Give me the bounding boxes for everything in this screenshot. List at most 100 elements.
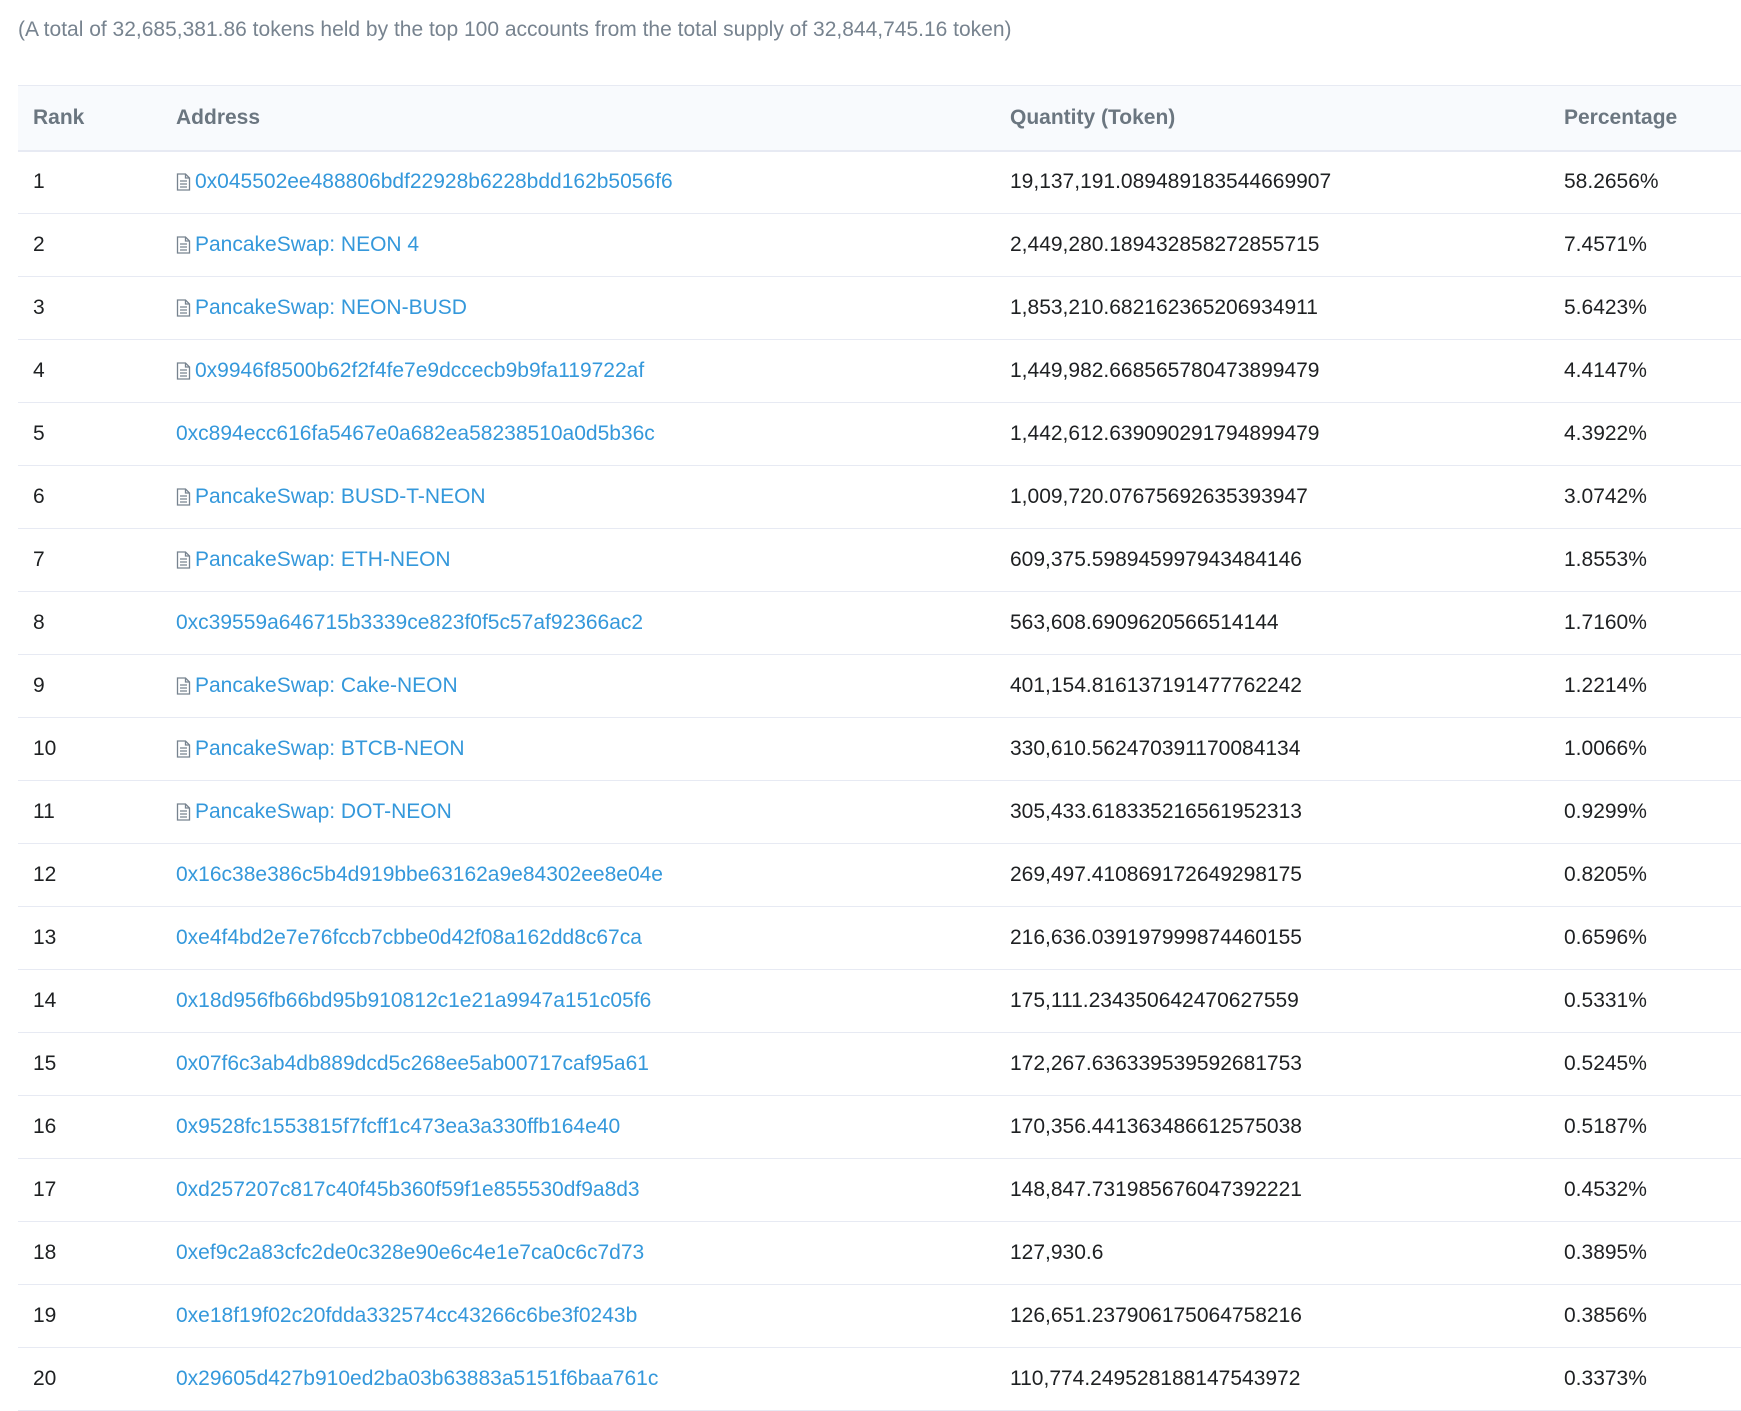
- rank-cell: 1: [33, 170, 45, 194]
- address-link[interactable]: PancakeSwap: BTCB-NEON: [195, 737, 465, 760]
- rank-cell: 6: [33, 485, 45, 508]
- quantity-cell: 148,847.731985676047392221: [1010, 1178, 1302, 1201]
- table-row: 7 PancakeSwap: ETH-NEON 609,375.5989459979…: [18, 529, 1741, 592]
- table-row: 12 0x16c38e386c5b4d919bbe63162a9e84302ee8…: [18, 844, 1741, 907]
- address-link[interactable]: 0xe18f19f02c20fdda332574cc43266c6be3f024…: [176, 1304, 637, 1327]
- percentage-cell: 4.3922%: [1564, 422, 1647, 445]
- address-link[interactable]: 0xc39559a646715b3339ce823f0f5c57af92366a…: [176, 611, 643, 634]
- rank-cell: 16: [33, 1115, 57, 1138]
- percentage-cell: 1.7160%: [1564, 611, 1647, 634]
- holders-table: Rank Address Quantity (Token) Percentage…: [18, 85, 1741, 1411]
- table-header-row: Rank Address Quantity (Token) Percentage: [18, 85, 1741, 151]
- address-link[interactable]: PancakeSwap: NEON-BUSD: [195, 296, 467, 319]
- address-link[interactable]: PancakeSwap: Cake-NEON: [195, 674, 458, 697]
- header-percentage: Percentage: [1564, 105, 1678, 129]
- quantity-cell: 170,356.441363486612575038: [1010, 1115, 1302, 1138]
- percentage-cell: 58.2656%: [1564, 170, 1659, 194]
- address-cell: 0x29605d427b910ed2ba03b63883a5151f6baa76…: [161, 1348, 995, 1411]
- document-icon: [176, 173, 191, 191]
- percentage-cell: 0.5331%: [1564, 989, 1647, 1012]
- address-link[interactable]: 0x9528fc1553815f7fcff1c473ea3a330ffb164e…: [176, 1115, 620, 1138]
- header-address: Address: [176, 105, 261, 129]
- document-icon: [176, 803, 191, 821]
- percentage-cell: 7.4571%: [1564, 233, 1647, 256]
- address-cell: 0xc39559a646715b3339ce823f0f5c57af92366a…: [161, 592, 995, 655]
- quantity-cell: 305,433.618335216561952313: [1010, 800, 1302, 823]
- rank-cell: 11: [33, 800, 55, 823]
- address-link[interactable]: PancakeSwap: ETH-NEON: [195, 548, 451, 571]
- quantity-cell: 126,651.237906175064758216: [1010, 1304, 1302, 1327]
- quantity-cell: 563,608.6909620566514144: [1010, 611, 1279, 634]
- table-row: 8 0xc39559a646715b3339ce823f0f5c57af92366…: [18, 592, 1741, 655]
- document-icon: [176, 677, 191, 695]
- percentage-cell: 0.5187%: [1564, 1115, 1647, 1138]
- rank-cell: 12: [33, 863, 57, 886]
- percentage-cell: 0.3895%: [1564, 1241, 1647, 1264]
- quantity-cell: 269,497.410869172649298175: [1010, 863, 1302, 886]
- address-link[interactable]: 0x29605d427b910ed2ba03b63883a5151f6baa76…: [176, 1367, 658, 1390]
- holders-table-container: Rank Address Quantity (Token) Percentage…: [18, 85, 1741, 1411]
- quantity-cell: 110,774.249528188147543972: [1010, 1367, 1301, 1390]
- table-row: 5 0xc894ecc616fa5467e0a682ea58238510a0d5b…: [18, 403, 1741, 466]
- quantity-cell: 1,009,720.07675692635393947: [1010, 485, 1308, 508]
- table-row: 6 PancakeSwap: BUSD-T-NEON 1,009,720.07675…: [18, 466, 1741, 529]
- table-row: 1 0x045502ee488806bdf22928b6228bdd162b505…: [18, 151, 1741, 214]
- percentage-cell: 1.8553%: [1564, 548, 1647, 571]
- address-link[interactable]: 0xe4f4bd2e7e76fccb7cbbe0d42f08a162dd8c67…: [176, 926, 642, 949]
- address-cell: 0x045502ee488806bdf22928b6228bdd162b5056…: [161, 151, 995, 214]
- quantity-cell: 1,442,612.639090291794899479: [1010, 422, 1320, 445]
- address-link[interactable]: 0x07f6c3ab4db889dcd5c268ee5ab00717caf95a…: [176, 1052, 649, 1075]
- rank-cell: 3: [33, 296, 45, 319]
- rank-cell: 13: [33, 926, 57, 949]
- address-link[interactable]: 0x18d956fb66bd95b910812c1e21a9947a151c05…: [176, 989, 651, 1012]
- table-row: 4 0x9946f8500b62f2f4fe7e9dccecb9b9fa11972…: [18, 340, 1741, 403]
- address-cell: PancakeSwap: NEON-BUSD: [161, 277, 995, 340]
- document-icon: [176, 236, 191, 254]
- percentage-cell: 1.2214%: [1564, 674, 1647, 697]
- header-rank: Rank: [33, 105, 85, 129]
- table-body: 1 0x045502ee488806bdf22928b6228bdd162b505…: [18, 151, 1741, 1411]
- address-link[interactable]: 0x045502ee488806bdf22928b6228bdd162b5056…: [195, 170, 673, 193]
- address-cell: 0x18d956fb66bd95b910812c1e21a9947a151c05…: [161, 970, 995, 1033]
- rank-cell: 9: [33, 674, 45, 697]
- address-link[interactable]: PancakeSwap: NEON 4: [195, 233, 419, 256]
- address-link[interactable]: 0xd257207c817c40f45b360f59f1e855530df9a8…: [176, 1178, 640, 1201]
- rank-cell: 15: [33, 1052, 57, 1075]
- table-row: 15 0x07f6c3ab4db889dcd5c268ee5ab00717caf9…: [18, 1033, 1741, 1096]
- rank-cell: 7: [33, 548, 45, 571]
- document-icon: [176, 488, 191, 506]
- percentage-cell: 0.5245%: [1564, 1052, 1647, 1075]
- rank-cell: 2: [33, 233, 45, 256]
- address-link[interactable]: 0xef9c2a83cfc2de0c328e90e6c4e1e7ca0c6c7d…: [176, 1241, 644, 1264]
- rank-cell: 14: [33, 989, 57, 1012]
- rank-cell: 20: [33, 1367, 57, 1390]
- quantity-cell: 1,449,982.668565780473899479: [1010, 359, 1320, 382]
- document-icon: [176, 299, 191, 317]
- percentage-cell: 0.3373%: [1564, 1367, 1647, 1390]
- address-cell: 0x9528fc1553815f7fcff1c473ea3a330ffb164e…: [161, 1096, 995, 1159]
- address-cell: 0x9946f8500b62f2f4fe7e9dccecb9b9fa119722…: [161, 340, 995, 403]
- rank-cell: 19: [33, 1304, 57, 1327]
- quantity-cell: 1,853,210.682162365206934911: [1010, 296, 1318, 319]
- address-link[interactable]: PancakeSwap: BUSD-T-NEON: [195, 485, 486, 508]
- quantity-cell: 330,610.562470391170084134: [1010, 737, 1301, 760]
- quantity-cell: 609,375.598945997943484146: [1010, 548, 1302, 571]
- rank-cell: 4: [33, 359, 45, 382]
- address-link[interactable]: 0xc894ecc616fa5467e0a682ea58238510a0d5b3…: [176, 422, 655, 445]
- table-row: 13 0xe4f4bd2e7e76fccb7cbbe0d42f08a162dd8c…: [18, 907, 1741, 970]
- address-link[interactable]: 0x16c38e386c5b4d919bbe63162a9e84302ee8e0…: [176, 863, 663, 886]
- rank-cell: 17: [33, 1178, 57, 1201]
- address-cell: PancakeSwap: BUSD-T-NEON: [161, 466, 995, 529]
- percentage-cell: 1.0066%: [1564, 737, 1647, 760]
- address-cell: PancakeSwap: ETH-NEON: [161, 529, 995, 592]
- quantity-cell: 216,636.039197999874460155: [1010, 926, 1302, 949]
- quantity-cell: 401,154.816137191477762242: [1010, 674, 1302, 697]
- address-link[interactable]: PancakeSwap: DOT-NEON: [195, 800, 452, 823]
- address-cell: PancakeSwap: NEON 4: [161, 214, 995, 277]
- quantity-cell: 2,449,280.189432858272855715: [1010, 233, 1320, 256]
- document-icon: [176, 740, 191, 758]
- quantity-cell: 172,267.636339539592681753: [1010, 1052, 1302, 1075]
- address-link[interactable]: 0x9946f8500b62f2f4fe7e9dccecb9b9fa119722…: [195, 359, 644, 382]
- table-row: 20 0x29605d427b910ed2ba03b63883a5151f6baa…: [18, 1348, 1741, 1411]
- holders-summary: (A total of 32,685,381.86 tokens held by…: [18, 18, 1012, 41]
